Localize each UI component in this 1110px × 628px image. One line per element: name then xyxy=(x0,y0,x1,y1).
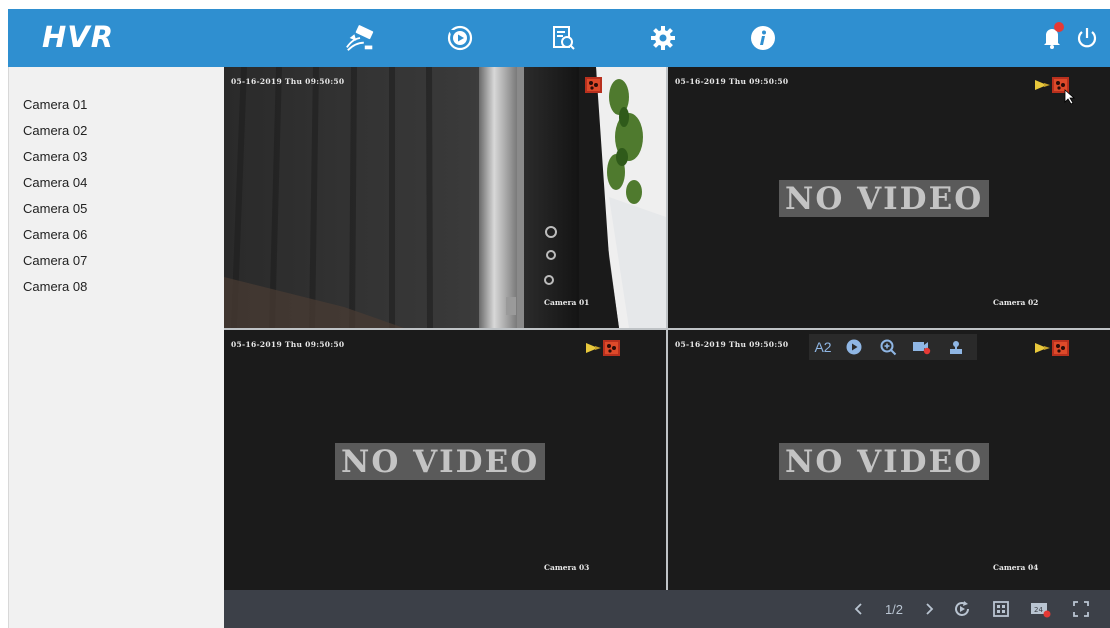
camera-list-item[interactable]: Camera 01 xyxy=(23,97,87,112)
manual-record-icon[interactable] xyxy=(905,334,939,360)
motion-detection-icon xyxy=(1035,80,1050,90)
record-all-icon[interactable]: 24 xyxy=(1026,590,1056,628)
osd-timestamp: 05-16-2019 Thu 09:50:50 xyxy=(675,77,789,86)
camera-01-live-image xyxy=(224,67,666,328)
osd-camera-name: Camera 02 xyxy=(993,298,1039,307)
video-tile-camera-01[interactable]: 05-16-2019 Thu 09:50:50 Camera 01 xyxy=(224,67,666,328)
notification-bell-icon[interactable] xyxy=(1036,21,1068,51)
top-navigation-bar: HVR xyxy=(8,9,1110,67)
camera-list-item[interactable]: Camera 07 xyxy=(23,253,87,268)
settings-icon[interactable] xyxy=(647,23,679,53)
live-view-icon[interactable] xyxy=(345,23,377,53)
previous-page-icon[interactable] xyxy=(850,590,868,628)
camera-list-item[interactable]: Camera 06 xyxy=(23,227,87,242)
no-video-label: NO VIDEO xyxy=(779,180,990,217)
tile-status-icons xyxy=(585,77,602,95)
mouse-cursor-icon xyxy=(1064,89,1076,105)
camera-list-item[interactable]: Camera 08 xyxy=(23,279,87,294)
capture-icon[interactable] xyxy=(939,334,973,360)
digital-zoom-icon[interactable] xyxy=(871,334,905,360)
camera-list-item[interactable]: Camera 02 xyxy=(23,123,87,138)
app-logo: HVR xyxy=(42,20,115,54)
sequence-switch-icon[interactable] xyxy=(948,590,976,628)
camera-list-sidebar: Camera 01 Camera 02 Camera 03 Camera 04 … xyxy=(8,67,225,628)
svg-text:24: 24 xyxy=(1034,606,1043,614)
osd-camera-name: Camera 04 xyxy=(993,563,1039,572)
video-tile-camera-02[interactable]: 05-16-2019 Thu 09:50:50 Camera 02 NO VID… xyxy=(668,67,1110,328)
stream-switch-button[interactable]: A2 xyxy=(809,334,837,360)
camera-list-item[interactable]: Camera 05 xyxy=(23,201,87,216)
hvr-app-window: HVR Camera 01 Camera 02 Camera 03 Camera… xyxy=(8,9,1110,628)
recording-status-icon xyxy=(603,340,620,356)
recording-status-icon xyxy=(585,77,602,93)
notification-badge-icon xyxy=(1054,22,1064,32)
recording-status-icon xyxy=(1052,340,1069,356)
osd-camera-name: Camera 03 xyxy=(544,563,590,572)
tile-status-icons xyxy=(1034,340,1069,358)
no-video-label: NO VIDEO xyxy=(779,443,990,480)
instant-playback-icon[interactable] xyxy=(837,334,871,360)
layout-select-icon[interactable] xyxy=(987,590,1015,628)
motion-detection-icon xyxy=(586,343,601,353)
video-tile-camera-04[interactable]: 05-16-2019 Thu 09:50:50 Camera 04 NO VID… xyxy=(668,330,1110,590)
camera-list-item[interactable]: Camera 03 xyxy=(23,149,87,164)
power-icon[interactable] xyxy=(1071,23,1103,53)
osd-timestamp: 05-16-2019 Thu 09:50:50 xyxy=(231,340,345,349)
no-video-label: NO VIDEO xyxy=(335,443,546,480)
search-icon[interactable] xyxy=(547,23,579,53)
motion-detection-icon xyxy=(1035,343,1050,353)
fullscreen-icon[interactable] xyxy=(1066,590,1096,628)
osd-camera-name: Camera 01 xyxy=(544,298,590,307)
playback-icon[interactable] xyxy=(444,23,476,53)
camera-list-item[interactable]: Camera 04 xyxy=(23,175,87,190)
tile-quick-toolbar: A2 xyxy=(809,334,977,360)
osd-timestamp: 05-16-2019 Thu 09:50:50 xyxy=(231,77,345,86)
video-grid: 05-16-2019 Thu 09:50:50 Camera 01 05-16-… xyxy=(224,67,1110,590)
osd-timestamp: 05-16-2019 Thu 09:50:50 xyxy=(675,340,789,349)
video-tile-camera-03[interactable]: 05-16-2019 Thu 09:50:50 Camera 03 NO VID… xyxy=(224,330,666,590)
info-icon[interactable] xyxy=(747,23,779,53)
tile-status-icons xyxy=(585,340,620,358)
page-indicator: 1/2 xyxy=(884,601,904,617)
live-view-bottom-bar: 1/2 24 xyxy=(224,590,1110,628)
next-page-icon[interactable] xyxy=(920,590,938,628)
